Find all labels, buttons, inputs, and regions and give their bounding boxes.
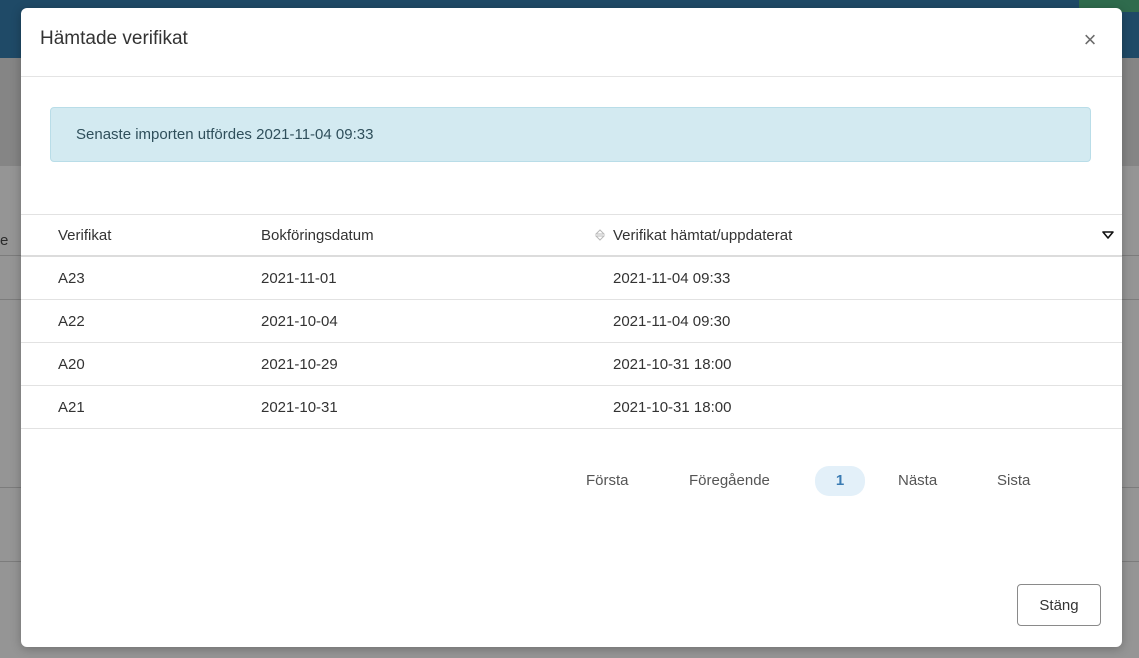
modal-header: Hämtade verifikat × [21, 8, 1122, 77]
column-header-voucher[interactable]: Verifikat [21, 214, 261, 257]
pagination-previous[interactable]: Föregående [689, 466, 770, 496]
pagination-page-current[interactable]: 1 [815, 466, 865, 496]
sort-both-icon [594, 229, 606, 241]
cell-booking-date: 2021-11-01 [261, 256, 613, 300]
cell-fetched-updated: 2021-11-04 09:30 [613, 299, 1122, 343]
cell-fetched-updated: 2021-10-31 18:00 [613, 342, 1122, 386]
fetched-vouchers-modal: Hämtade verifikat × Senaste importen utf… [21, 8, 1122, 647]
cell-booking-date: 2021-10-04 [261, 299, 613, 343]
table-header-row: Verifikat Bokföringsdatum Verifikat hämt… [21, 214, 1122, 257]
cell-voucher: A22 [21, 299, 261, 343]
table-row: A21 2021-10-31 2021-10-31 18:00 [21, 385, 1122, 429]
cell-booking-date: 2021-10-29 [261, 342, 613, 386]
column-header-label: Verifikat hämtat/uppdaterat [613, 226, 793, 244]
table-row: A20 2021-10-29 2021-10-31 18:00 [21, 342, 1122, 386]
close-icon[interactable]: × [1078, 28, 1102, 52]
column-header-fetched-updated[interactable]: Verifikat hämtat/uppdaterat [613, 214, 1122, 257]
pagination: Första Föregående 1 Nästa Sista [21, 466, 1122, 496]
cell-booking-date: 2021-10-31 [261, 385, 613, 429]
close-button[interactable]: Stäng [1017, 584, 1101, 626]
info-alert: Senaste importen utfördes 2021-11-04 09:… [50, 107, 1091, 162]
cell-fetched-updated: 2021-10-31 18:00 [613, 385, 1122, 429]
cell-voucher: A23 [21, 256, 261, 300]
table-row: A23 2021-11-01 2021-11-04 09:33 [21, 256, 1122, 300]
cell-voucher: A20 [21, 342, 261, 386]
column-header-booking-date[interactable]: Bokföringsdatum [261, 214, 613, 257]
cell-voucher: A21 [21, 385, 261, 429]
sort-descending-icon [1102, 231, 1114, 239]
pagination-next[interactable]: Nästa [898, 466, 937, 496]
alert-text: Senaste importen utfördes 2021-11-04 09:… [76, 126, 374, 143]
modal-title: Hämtade verifikat [40, 28, 188, 49]
column-header-label: Bokföringsdatum [261, 226, 374, 244]
table-row: A22 2021-10-04 2021-11-04 09:30 [21, 299, 1122, 343]
background-column-letter: e [0, 232, 9, 249]
cell-fetched-updated: 2021-11-04 09:33 [613, 256, 1122, 300]
pagination-last[interactable]: Sista [997, 466, 1030, 496]
pagination-first[interactable]: Första [586, 466, 629, 496]
vouchers-table: Verifikat Bokföringsdatum Verifikat hämt… [21, 214, 1122, 429]
column-header-label: Verifikat [58, 226, 112, 244]
